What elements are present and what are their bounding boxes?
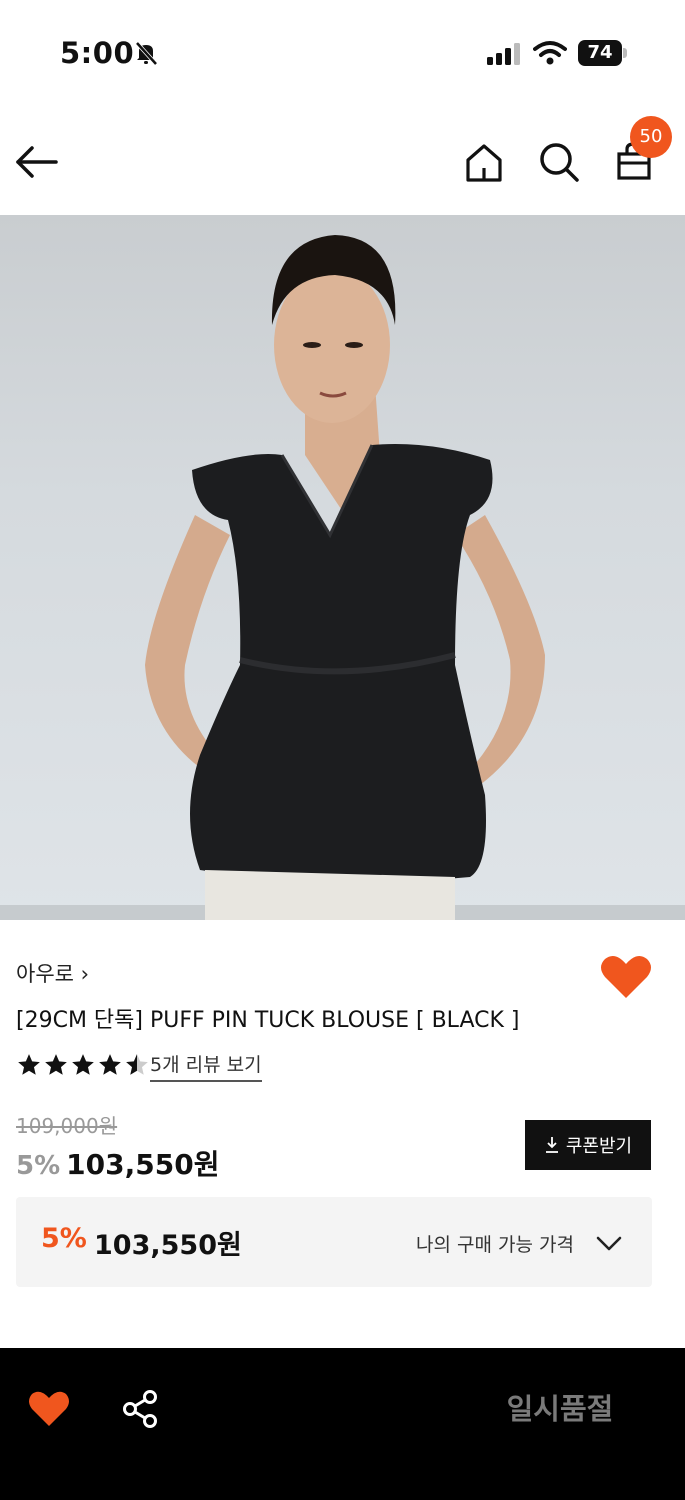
battery-level: 74 (587, 42, 613, 63)
model-wearing-blouse-illustration (0, 235, 685, 920)
star-full-icon (99, 1054, 121, 1075)
status-time: 5:00 (60, 36, 135, 70)
top-nav (0, 105, 685, 215)
discount-percent: 5% (16, 1151, 61, 1181)
star-full-icon (72, 1054, 94, 1075)
my-available-price-panel[interactable]: 5% 103,550원 나의 구매 가능 가격 (16, 1197, 652, 1287)
bell-muted-icon (135, 41, 158, 66)
my-price-amount: 103,550원 (94, 1230, 242, 1261)
wifi-icon (533, 41, 567, 65)
battery-icon: 74 (578, 40, 628, 66)
home-icon[interactable] (462, 141, 506, 185)
star-full-icon (18, 1054, 40, 1075)
search-icon[interactable] (536, 139, 582, 185)
wishlist-heart-icon[interactable] (600, 954, 652, 1000)
download-icon (545, 1137, 558, 1153)
temporarily-sold-out-button[interactable]: 일시품절 (480, 1386, 640, 1428)
sale-price: 103,550원 (66, 1148, 220, 1181)
my-price-discount: 5% (41, 1223, 87, 1254)
star-full-icon (45, 1054, 67, 1075)
back-arrow-icon[interactable] (14, 139, 60, 185)
original-price: 109,000원 (16, 1114, 118, 1138)
my-price-label: 나의 구매 가능 가격 (416, 1234, 574, 1256)
bottom-action-bar: 일시품절 (0, 1348, 685, 1500)
sale-price-row: 5% 103,550원 (16, 1143, 219, 1183)
star-half-icon (126, 1054, 148, 1075)
get-coupon-button[interactable]: 쿠폰받기 (525, 1120, 651, 1170)
cellular-signal-icon (487, 43, 520, 65)
rating-stars (16, 1052, 150, 1078)
chevron-down-icon (596, 1236, 622, 1251)
product-image[interactable] (0, 215, 685, 920)
cart-count-badge: 50 (630, 116, 672, 158)
view-reviews-link[interactable]: 5개 리뷰 보기 (150, 1050, 262, 1082)
status-bar: 5:00 74 (0, 0, 685, 105)
brand-link[interactable]: 아우로 › (16, 958, 89, 988)
like-heart-icon[interactable] (28, 1390, 70, 1428)
get-coupon-label: 쿠폰받기 (565, 1136, 633, 1157)
product-title: [29CM 단독] PUFF PIN TUCK BLOUSE [ BLACK ] (16, 1008, 520, 1033)
share-icon[interactable] (120, 1388, 162, 1430)
